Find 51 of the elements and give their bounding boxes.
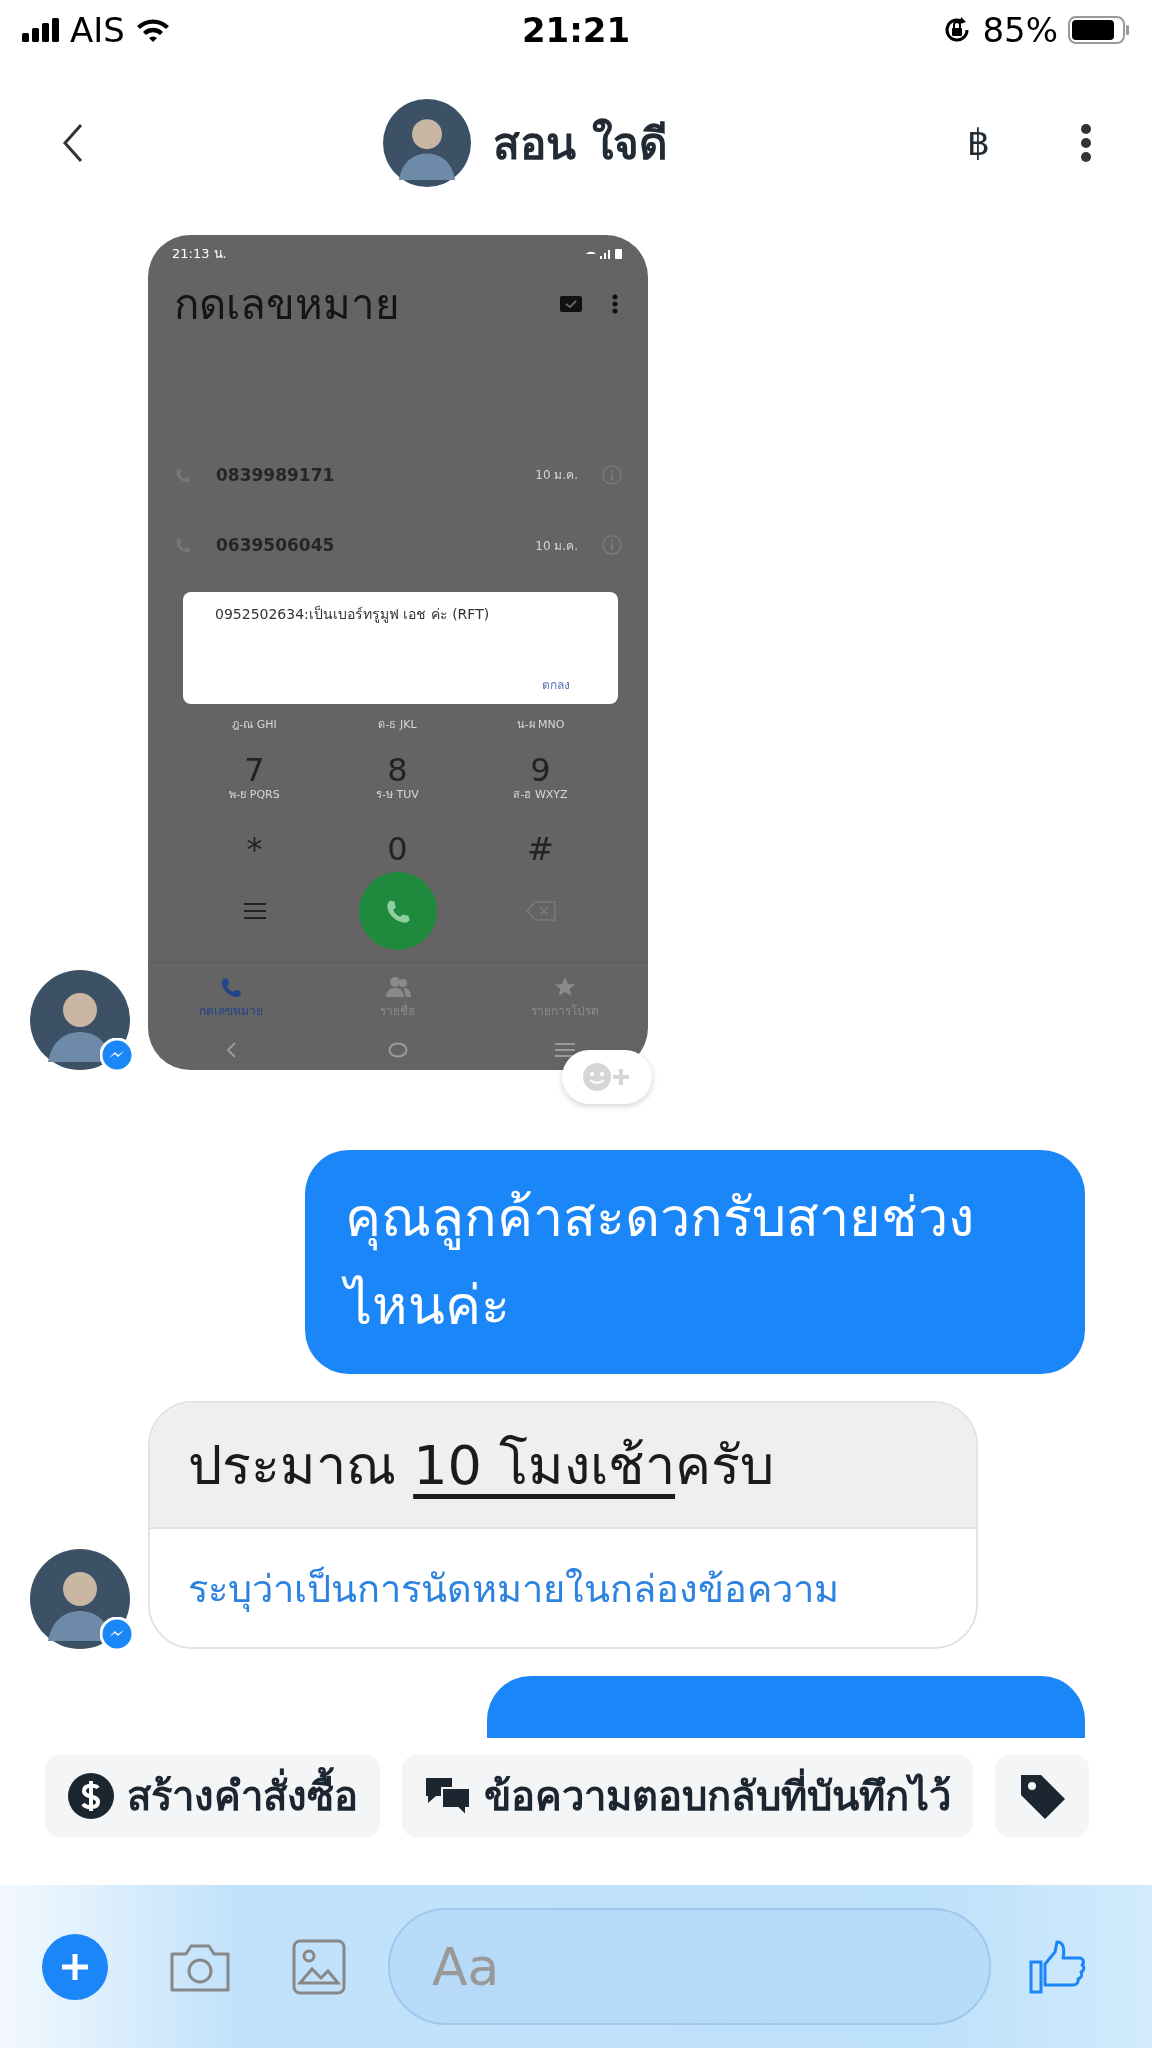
key-letters: ส-ฮ WXYZ xyxy=(513,788,568,803)
message-text: ประมาณ 10 โมงเช้าครับ xyxy=(188,1433,775,1499)
dollar-icon xyxy=(67,1772,115,1820)
keypad-key[interactable]: # xyxy=(527,831,554,868)
gallery-button[interactable] xyxy=(292,1938,346,1995)
message-field[interactable]: Aa xyxy=(388,1908,991,2025)
keypad-key[interactable]: 9 xyxy=(530,752,551,789)
suggestion-link[interactable]: ระบุว่าเป็นการนัดหมายในกล่องข้อความ xyxy=(178,1557,849,1619)
status-time: 21:13 น. xyxy=(172,245,227,264)
key-letters: ร-ษ TUV xyxy=(376,788,419,803)
battery-icon xyxy=(1068,16,1130,44)
key-letters: พ-ย PQRS xyxy=(229,788,280,803)
ok-button[interactable]: ตกลง xyxy=(542,675,590,694)
avatar[interactable] xyxy=(30,1549,130,1649)
signal-icon xyxy=(584,247,624,260)
recents-icon[interactable] xyxy=(554,1043,575,1058)
signal-icon xyxy=(22,18,60,42)
quick-reply-chip[interactable] xyxy=(995,1755,1089,1837)
messenger-badge-icon xyxy=(100,1038,134,1072)
contacts-icon xyxy=(385,974,411,999)
payment-button[interactable]: ฿ xyxy=(967,122,990,163)
back-icon[interactable] xyxy=(62,122,84,163)
carrier-name: AIS xyxy=(70,10,125,50)
messenger-badge-icon xyxy=(100,1617,134,1651)
key-letters: ฎ-ณ GHI xyxy=(232,718,277,733)
keypad-key[interactable]: 0 xyxy=(387,831,408,868)
key-letters: น-ผ MNO xyxy=(516,718,565,733)
dialer-tab[interactable]: กดเลขหมาย xyxy=(199,1000,264,1020)
battery-percent: 85% xyxy=(982,10,1058,50)
phone-number[interactable]: 0839989171 xyxy=(216,464,512,485)
more-icon[interactable] xyxy=(1080,122,1092,163)
menu-icon[interactable] xyxy=(243,903,266,920)
message-icon[interactable] xyxy=(560,295,582,312)
keypad-key[interactable]: 7 xyxy=(244,752,265,789)
add-reaction-button[interactable] xyxy=(562,1050,652,1104)
quick-reply-chip[interactable]: ข้อความตอบกลับที่บันทึกไว้ xyxy=(402,1755,973,1837)
avatar[interactable] xyxy=(383,98,472,187)
contact-name: สอน ใจดี xyxy=(493,116,668,171)
keypad-key[interactable]: 8 xyxy=(387,752,408,789)
phone-number[interactable]: 0639506045 xyxy=(216,535,512,556)
message-bubble: คุณลูกค้าสะดวกรับสายช่วงไหนค่ะ xyxy=(305,1150,1085,1374)
avatar[interactable] xyxy=(30,970,130,1070)
home-icon[interactable] xyxy=(388,1042,408,1059)
call-date: 10 ม.ค. xyxy=(535,537,578,555)
keypad-key[interactable]: * xyxy=(246,831,263,868)
clock: 21:21 xyxy=(521,10,631,50)
dialog-message: 0952502634:เป็นเบอร์ทรูมูฟ เอช ค่ะ (RFT) xyxy=(215,606,491,623)
quick-reply-chip[interactable]: สร้างคำสั่งซื้อ xyxy=(45,1755,380,1837)
dialer-title: กดเลขหมาย xyxy=(174,278,401,331)
key-letters: ด-ธ JKL xyxy=(378,718,417,733)
call-date: 10 ม.ค. xyxy=(535,467,578,485)
